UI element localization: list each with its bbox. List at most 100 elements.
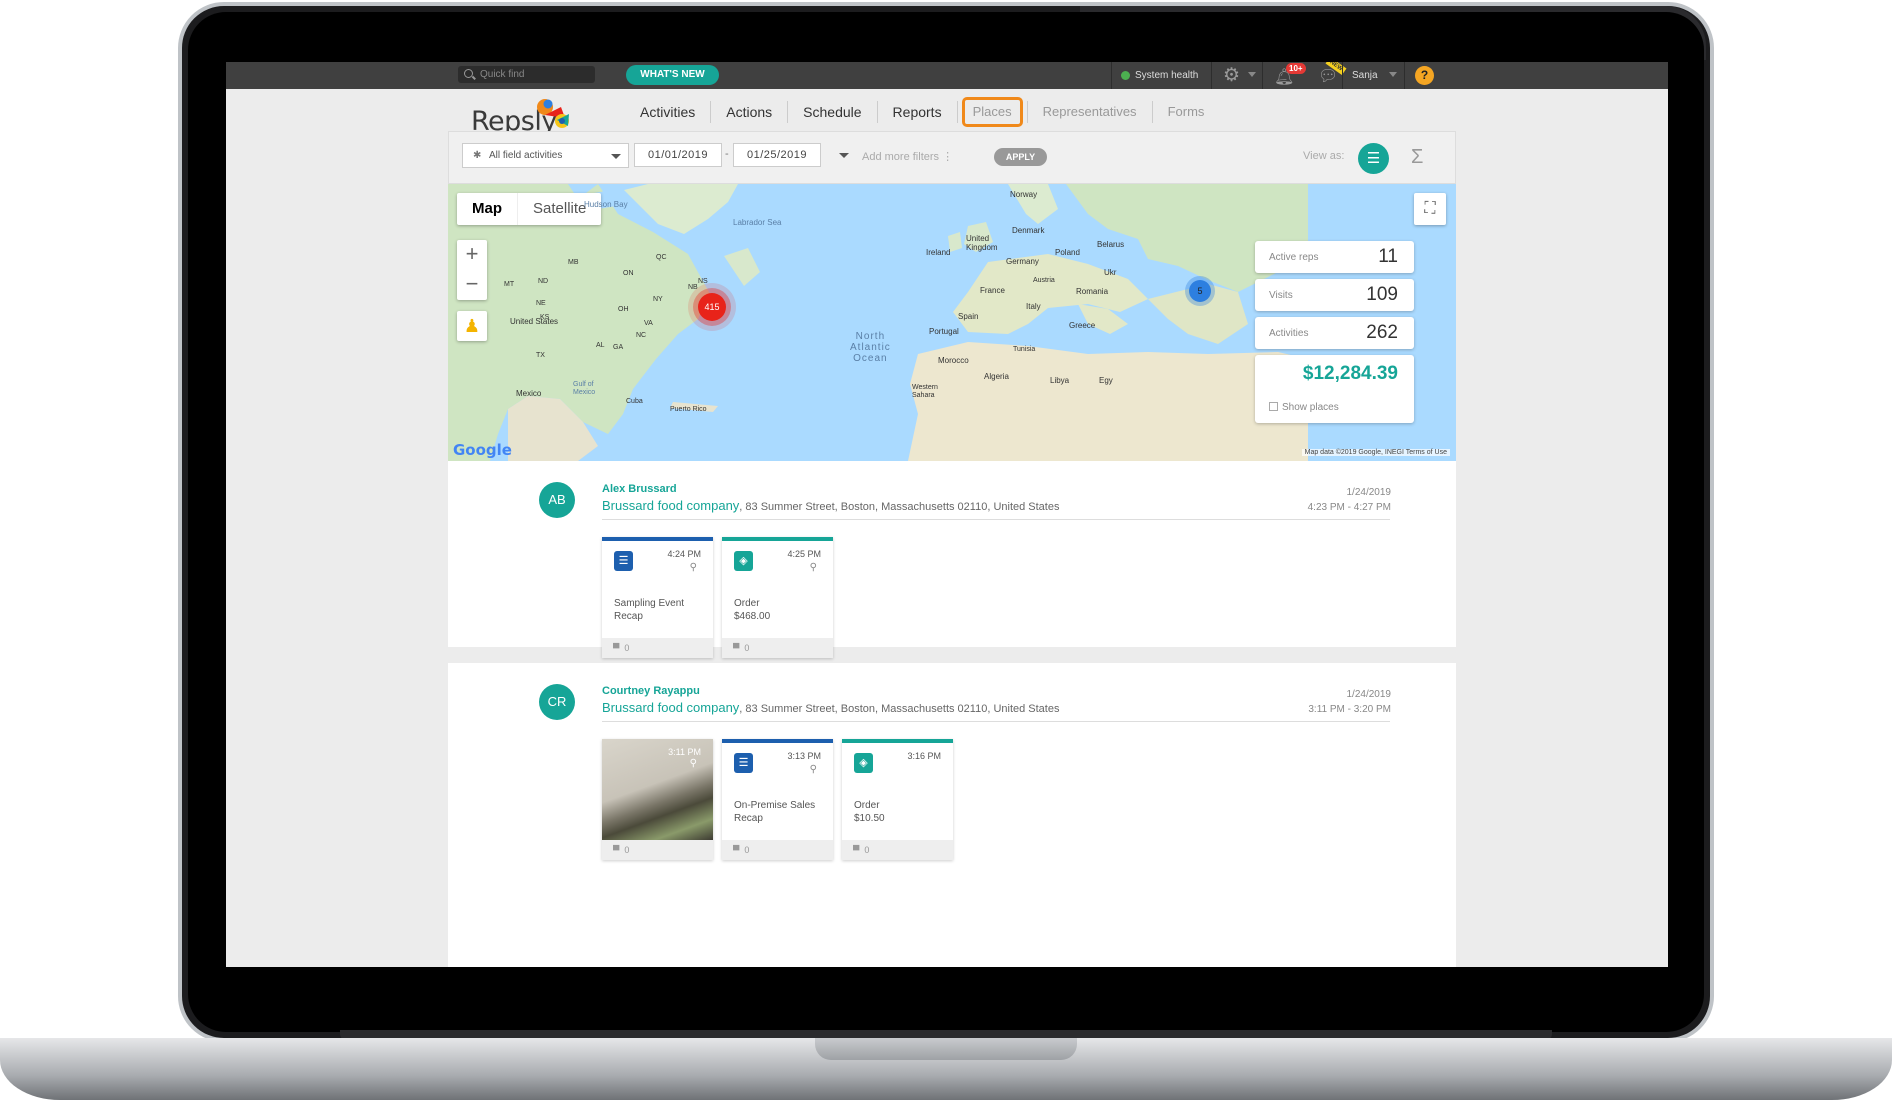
map-label: Denmark — [1012, 226, 1045, 235]
gear-icon[interactable]: ⚙ — [1223, 66, 1240, 85]
map-label: Morocco — [938, 356, 969, 365]
date-from-input[interactable]: 01/01/2019 — [634, 143, 722, 167]
tile-comments[interactable]: ▀ 0 — [602, 840, 713, 860]
form-icon: ☰ — [734, 753, 753, 773]
tile-label-line: $468.00 — [734, 611, 771, 622]
tile-time: 3:11 PM — [668, 747, 701, 757]
date-to-input[interactable]: 01/25/2019 — [733, 143, 821, 167]
show-places-checkbox[interactable]: Show places — [1269, 402, 1339, 413]
photo-thumbnail: 3:11 PM ⚲ — [602, 739, 713, 840]
quick-find-placeholder: Quick find — [480, 69, 525, 80]
stat-activities: Activities 262 — [1255, 317, 1414, 349]
activity-map[interactable]: Map Satellite ⛶ + − ♟ Hudson Bay Labrado… — [448, 184, 1456, 461]
chevron-down-icon[interactable] — [1248, 72, 1256, 77]
nav-representatives[interactable]: Representatives — [1028, 90, 1152, 134]
rep-name-link[interactable]: Courtney Rayappu — [602, 685, 700, 697]
divider — [1111, 62, 1112, 89]
map-attribution[interactable]: Map data ©2019 Google, INEGI Terms of Us… — [1301, 449, 1450, 456]
activity-type-select[interactable]: ✱ All field activities — [462, 143, 629, 168]
map-label: Ireland — [926, 248, 951, 257]
laptop-notch — [815, 1038, 1077, 1060]
revenue-value: $12,284.39 — [1302, 363, 1398, 384]
photo-tile[interactable]: 3:11 PM ⚲ ▀ 0 — [602, 739, 713, 860]
map-cluster-marker[interactable]: 5 — [1189, 280, 1211, 302]
divider — [1342, 62, 1343, 89]
map-cluster-marker[interactable]: 415 — [698, 293, 726, 321]
map-label: NS — [698, 278, 708, 285]
map-label: Egy — [1099, 376, 1113, 385]
map-type-map-button[interactable]: Map — [457, 193, 518, 225]
tile-comments[interactable]: ▀ 0 — [722, 840, 833, 860]
street-view-pegman-icon[interactable]: ♟ — [457, 311, 487, 341]
avatar[interactable]: CR — [539, 684, 575, 720]
activity-tile[interactable]: ◈ 3:16 PM Order $10.50 ▀ 0 — [842, 739, 953, 860]
place-address: , 83 Summer Street, Boston, Massachusett… — [739, 501, 1060, 513]
user-menu[interactable]: Sanja — [1352, 62, 1378, 89]
nav-places[interactable]: Places — [958, 90, 1027, 134]
quick-find-input[interactable]: Quick find — [458, 66, 595, 83]
map-label: Ukr — [1104, 268, 1117, 277]
map-label: Romania — [1076, 287, 1109, 296]
chevron-down-icon[interactable] — [1389, 72, 1397, 77]
map-type-satellite-button[interactable]: Satellite — [518, 193, 601, 225]
zoom-out-button[interactable]: − — [457, 270, 487, 300]
map-label: Hudson Bay — [584, 200, 628, 209]
whats-new-button[interactable]: WHAT'S NEW — [626, 65, 719, 85]
stats-overlay: Active reps 11 Visits 109 Activities 262… — [1255, 241, 1414, 429]
comment-icon: ▀ — [733, 845, 740, 855]
tile-accent-bar — [722, 537, 833, 541]
asterisk-icon: ✱ — [473, 150, 482, 161]
tile-label-line: Order — [734, 598, 760, 609]
map-label: Mexico — [516, 389, 542, 398]
map-label: Italy — [1026, 302, 1041, 311]
nav-activities[interactable]: Activities — [625, 90, 710, 134]
location-pin-icon: ⚲ — [809, 764, 817, 775]
map-label: Spain — [958, 312, 979, 321]
map-label: MB — [568, 259, 579, 266]
nav-schedule[interactable]: Schedule — [788, 90, 876, 134]
tile-accent-bar — [842, 739, 953, 743]
tile-accent-bar — [602, 537, 713, 541]
activity-tile[interactable]: ◈ 4:25 PM ⚲ Order $468.00 ▀ 0 — [722, 537, 833, 658]
divider — [1262, 62, 1263, 89]
tile-comments[interactable]: ▀ 0 — [842, 840, 953, 860]
top-bar: Quick find WHAT'S NEW System health ⚙ 🔔︎… — [226, 62, 1668, 89]
fullscreen-icon[interactable]: ⛶ — [1414, 193, 1446, 225]
system-health-link[interactable]: System health — [1121, 62, 1198, 89]
map-label: Cuba — [626, 398, 643, 405]
nav-reports[interactable]: Reports — [878, 90, 957, 134]
map-label: Poland — [1055, 248, 1080, 257]
add-more-filters-link[interactable]: Add more filters ⋮ — [862, 150, 953, 163]
map-label: Algeria — [984, 372, 1009, 381]
divider — [1404, 62, 1405, 89]
place-address: , 83 Summer Street, Boston, Massachusett… — [739, 703, 1060, 715]
tile-accent-bar — [722, 739, 833, 743]
tile-comments[interactable]: ▀ 0 — [602, 638, 713, 658]
map-label: VA — [644, 320, 653, 327]
zoom-in-button[interactable]: + — [457, 240, 487, 270]
sigma-icon[interactable]: Σ — [1411, 146, 1423, 169]
map-label: Belarus — [1097, 240, 1125, 249]
tile-comments[interactable]: ▀ 0 — [722, 638, 833, 658]
checkbox-box — [1269, 402, 1278, 411]
order-box-icon: ◈ — [734, 551, 753, 571]
place-name-link[interactable]: Brussard food company — [602, 700, 739, 715]
avatar[interactable]: AB — [539, 482, 575, 518]
comment-icon: ▀ — [733, 643, 740, 653]
rep-name-link[interactable]: Alex Brussard — [602, 483, 677, 495]
activity-time-range: 4:23 PM - 4:27 PM — [1307, 502, 1391, 513]
place-name-link[interactable]: Brussard food company — [602, 498, 739, 513]
ocean-label: North Atlantic Ocean — [850, 331, 891, 364]
list-view-icon[interactable]: ☰ — [1358, 143, 1389, 174]
map-label: Tunisia — [1013, 346, 1036, 353]
stat-value: 109 — [1366, 284, 1398, 305]
nav-actions[interactable]: Actions — [711, 90, 787, 134]
apply-button[interactable]: APPLY — [994, 148, 1047, 166]
activity-tile[interactable]: ☰ 3:13 PM ⚲ On-Premise Sales Recap ▀ 0 — [722, 739, 833, 860]
date-range-dropdown-icon[interactable] — [839, 153, 849, 158]
comment-count: 0 — [744, 845, 750, 855]
map-label: OH — [618, 306, 629, 313]
help-icon[interactable]: ? — [1415, 66, 1434, 85]
nav-forms[interactable]: Forms — [1153, 90, 1220, 134]
activity-tile[interactable]: ☰ 4:24 PM ⚲ Sampling Event Recap ▀ 0 — [602, 537, 713, 658]
